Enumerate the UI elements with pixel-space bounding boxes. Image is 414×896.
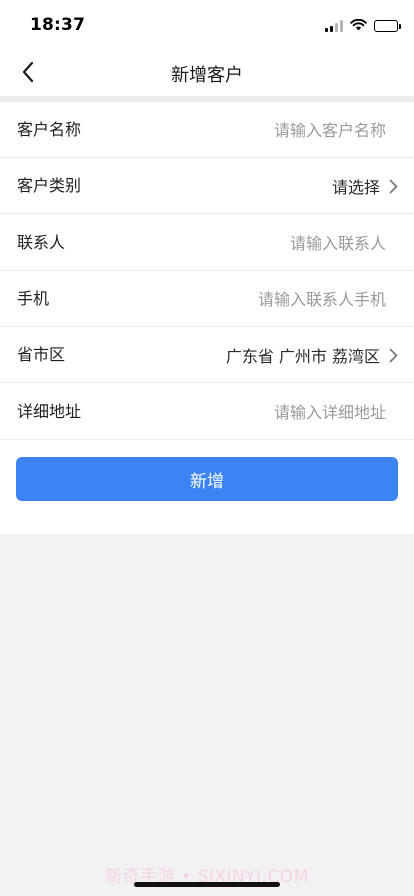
form-row-contact: 联系人 <box>0 215 414 271</box>
region-label: 省市区 <box>17 345 66 364</box>
submit-button[interactable]: 新增 <box>16 457 398 501</box>
contact-label: 联系人 <box>17 233 66 252</box>
customer-type-select[interactable]: 请选择 <box>332 158 398 214</box>
address-input[interactable] <box>156 396 386 428</box>
form-row-mobile: 手机 <box>0 271 414 327</box>
status-time: 18:37 <box>30 15 86 35</box>
mobile-label: 手机 <box>17 289 50 308</box>
form-row-customer-type[interactable]: 客户类别 请选择 <box>0 158 414 214</box>
signal-icon <box>325 19 343 32</box>
status-bar: 18:37 <box>0 0 414 50</box>
wifi-icon <box>350 16 367 35</box>
status-icons <box>325 16 401 35</box>
chevron-right-icon <box>389 179 398 194</box>
nav-bar: 新增客户 <box>0 50 414 96</box>
region-value: 广东省 广州市 荔湾区 <box>225 347 380 366</box>
form-row-region[interactable]: 省市区 广东省 广州市 荔湾区 <box>0 327 414 383</box>
battery-icon <box>374 19 401 32</box>
contact-input[interactable] <box>156 227 386 259</box>
chevron-right-icon <box>389 348 398 363</box>
customer-name-label: 客户名称 <box>17 120 82 139</box>
address-label: 详细地址 <box>17 402 82 421</box>
page-title: 新增客户 <box>171 65 243 86</box>
form-row-customer-name: 客户名称 <box>0 102 414 158</box>
customer-type-label: 客户类别 <box>17 176 82 195</box>
mobile-input[interactable] <box>156 283 386 315</box>
screen: 18:37 新增客户 客户名称 请输入客户名称 客户类别 请选择 联系人 请输入… <box>0 0 414 896</box>
form-row-address: 详细地址 <box>0 384 414 440</box>
customer-name-input[interactable] <box>156 114 386 146</box>
home-indicator <box>134 882 280 887</box>
customer-form: 客户名称 客户类别 请选择 联系人 手机 省市区 <box>0 102 414 534</box>
customer-type-value: 请选择 <box>331 178 380 197</box>
region-select[interactable]: 广东省 广州市 荔湾区 <box>226 327 398 383</box>
